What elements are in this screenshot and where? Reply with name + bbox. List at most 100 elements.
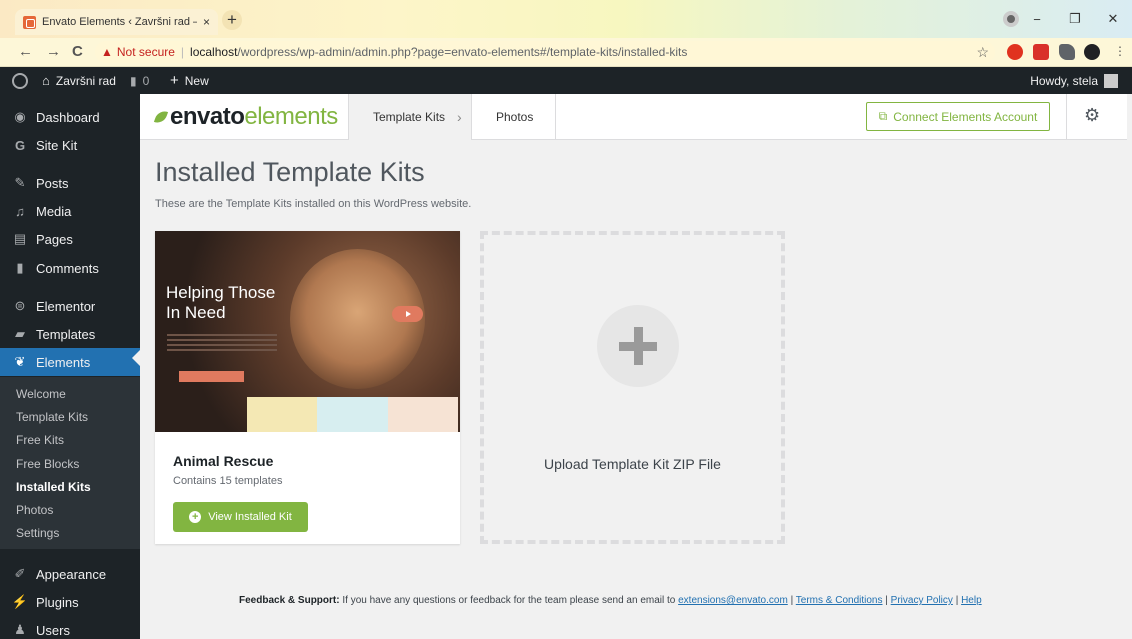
thumb-feature-cards: [247, 397, 458, 432]
url-path: /wordpress/wp-admin/admin.php?page=envat…: [237, 45, 688, 59]
user-avatar-icon: [1104, 73, 1118, 88]
bookmark-star-icon[interactable]: ☆: [976, 44, 989, 61]
sidebar-label: Plugins: [36, 594, 79, 610]
restore-button[interactable]: ❐: [1056, 11, 1094, 27]
sidebar-item-posts[interactable]: ✎ Posts: [0, 171, 140, 195]
brush-icon: ✐: [14, 566, 26, 581]
sidebar-item-comments[interactable]: ▮ Comments: [0, 256, 140, 280]
sidebar-label: Comments: [36, 260, 99, 276]
browser-tabbar: Envato Elements ‹ Završni rad — × + − ❐ …: [0, 0, 1132, 38]
submenu-welcome[interactable]: Welcome: [16, 387, 66, 401]
support-email-link[interactable]: extensions@envato.com: [678, 595, 788, 606]
submenu-free-blocks[interactable]: Free Blocks: [16, 457, 79, 471]
sidebar-item-elements[interactable]: ❦ Elements: [0, 348, 140, 376]
dashboard-icon: ◉: [14, 109, 26, 124]
sidebar-item-dashboard[interactable]: ◉ Dashboard: [0, 105, 140, 129]
sidebar-label: Templates: [36, 326, 96, 342]
close-window-button[interactable]: ✕: [1094, 11, 1132, 27]
tab-template-kits-label: Template Kits: [373, 110, 446, 124]
new-tab-button[interactable]: +: [222, 10, 242, 30]
browser-tab[interactable]: Envato Elements ‹ Završni rad — ×: [15, 9, 218, 35]
chevron-right-icon: ›: [457, 109, 462, 125]
minimize-button[interactable]: −: [1018, 12, 1056, 27]
sidebar-item-appearance[interactable]: ✐ Appearance: [0, 562, 140, 586]
new-label: New: [184, 73, 209, 88]
sidebar-label: Elements: [36, 354, 91, 370]
submenu-template-kits[interactable]: Template Kits: [16, 410, 88, 424]
leaf-icon: ❦: [14, 354, 26, 369]
tab-close-icon[interactable]: ×: [203, 15, 210, 29]
comments-link[interactable]: ▮ 0: [130, 67, 149, 94]
privacy-link[interactable]: Privacy Policy: [891, 595, 953, 606]
account-avatar-icon[interactable]: [1084, 44, 1100, 60]
thumb-cta-button: [179, 371, 244, 382]
template-kit-card: Helping Those In Need Animal Rescue Cont…: [155, 231, 460, 544]
footer-text: If you have any questions or feedback fo…: [342, 595, 676, 606]
submenu-settings[interactable]: Settings: [16, 526, 59, 540]
submenu-photos[interactable]: Photos: [16, 503, 53, 517]
window-controls: − ❐ ✕: [1018, 0, 1132, 38]
warning-icon[interactable]: ▲: [101, 45, 113, 59]
sidebar-item-elementor[interactable]: ⊜ Elementor: [0, 294, 140, 318]
media-icon: ♫: [15, 203, 25, 219]
sidebar-label: Dashboard: [36, 109, 100, 125]
address-row: ← → C ▲ Not secure | localhost /wordpres…: [0, 38, 1132, 67]
upload-plus-icon[interactable]: [597, 305, 679, 387]
thumb-card-peach: [387, 397, 458, 432]
view-installed-kit-button[interactable]: + View Installed Kit: [173, 502, 308, 532]
sidebar-item-pages[interactable]: ▤ Pages: [0, 227, 140, 251]
tab-photos-label: Photos: [496, 110, 534, 124]
address-bar[interactable]: ▲ Not secure | localhost /wordpress/wp-a…: [95, 41, 995, 63]
footer-separator: |: [790, 595, 794, 606]
back-icon[interactable]: ←: [18, 43, 33, 60]
wp-admin-bar: ⌂ Završni rad ▮ 0 + New Howdy, stela: [0, 67, 1132, 94]
envato-elements-logo[interactable]: envato elements: [153, 103, 338, 131]
opera-extension-icon[interactable]: [1007, 44, 1023, 60]
upload-kit-dropzone[interactable]: Upload Template Kit ZIP File: [480, 231, 785, 544]
browser-profile-icon[interactable]: [1003, 11, 1019, 27]
sidebar-label: Media: [36, 203, 72, 219]
sidebar-item-templates[interactable]: ▰ Templates: [0, 322, 140, 346]
connect-account-label: Connect Elements Account: [893, 109, 1038, 124]
connect-account-button[interactable]: ⧉ Connect Elements Account: [866, 102, 1050, 131]
thumb-headline-line2: In Need: [166, 303, 226, 322]
user-account-link[interactable]: Howdy, stela: [1030, 67, 1118, 94]
site-name-link[interactable]: ⌂ Završni rad: [42, 67, 116, 94]
comment-bubble-icon: ▮: [130, 73, 137, 88]
elementor-icon: ⊜: [14, 298, 26, 313]
tab-template-kits[interactable]: Template Kits ›: [348, 94, 472, 140]
tab-photos[interactable]: Photos: [472, 94, 556, 140]
envato-favicon-icon: [23, 15, 36, 29]
forward-icon[interactable]: →: [46, 43, 61, 60]
envato-header: envato elements Template Kits › Photos ⧉…: [140, 94, 1132, 140]
settings-gear-icon[interactable]: ⚙: [1084, 105, 1100, 126]
sidebar-item-media[interactable]: ♫ Media: [0, 199, 140, 223]
sidebar-item-plugins[interactable]: ⚡ Plugins: [0, 590, 140, 614]
reload-icon[interactable]: C: [72, 43, 83, 60]
help-link[interactable]: Help: [961, 595, 982, 606]
sidebar-label: Posts: [36, 175, 69, 191]
feedback-footer: Feedback & Support: If you have any ques…: [239, 595, 982, 606]
plug-icon: ⚡: [11, 594, 29, 609]
browser-menu-icon[interactable]: ⋮: [1114, 44, 1126, 60]
submenu-installed-kits[interactable]: Installed Kits: [16, 480, 91, 494]
sidebar-item-site-kit[interactable]: G Site Kit: [0, 133, 140, 157]
pdf-extension-icon[interactable]: [1033, 44, 1049, 60]
footer-separator: |: [885, 595, 888, 606]
not-secure-label[interactable]: Not secure: [117, 45, 175, 59]
wordpress-logo-icon[interactable]: [12, 67, 28, 94]
upload-label: Upload Template Kit ZIP File: [544, 456, 721, 472]
terms-link[interactable]: Terms & Conditions: [796, 595, 883, 606]
new-content-link[interactable]: + New: [170, 67, 209, 94]
puzzle-extension-icon[interactable]: [1059, 44, 1075, 60]
tab-title: Envato Elements ‹ Završni rad —: [42, 16, 197, 28]
header-divider: [1066, 94, 1067, 140]
envato-leaf-icon: [153, 108, 169, 126]
sidebar-label: Site Kit: [36, 137, 78, 153]
kit-name: Animal Rescue: [173, 453, 274, 469]
kit-thumbnail[interactable]: Helping Those In Need: [155, 231, 460, 432]
page-scrollbar[interactable]: [1127, 94, 1132, 639]
sidebar-item-users[interactable]: ♟ Users: [0, 618, 140, 639]
pages-icon: ▤: [13, 231, 27, 246]
submenu-free-kits[interactable]: Free Kits: [16, 433, 64, 447]
